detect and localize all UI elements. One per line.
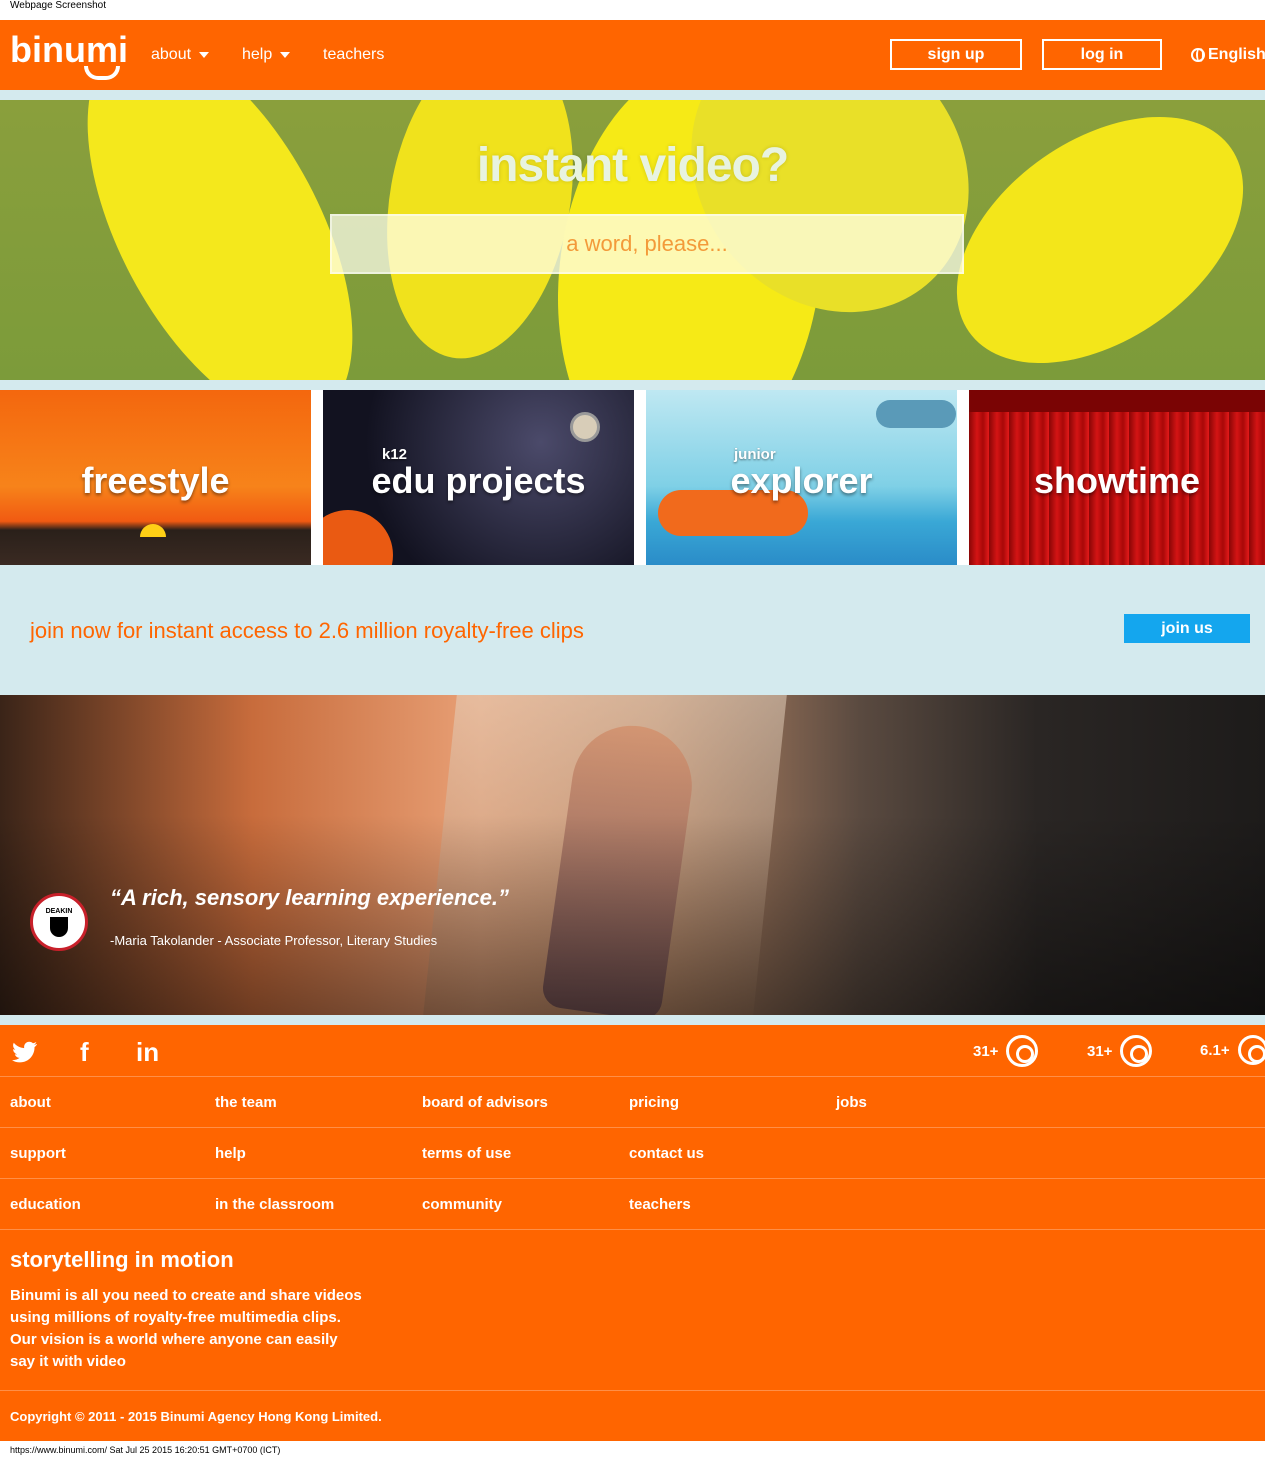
linkedin-icon: in [136,1036,160,1067]
browser-safari: 6.1+ [1200,1035,1265,1065]
footer-link-jobs[interactable]: jobs [836,1077,867,1127]
deakin-logo-text: DEAKIN [45,907,73,915]
chevron-down-icon [199,52,210,58]
sun-icon [140,524,166,537]
globe-icon [1191,48,1205,62]
footer-link-the-team[interactable]: the team [215,1077,277,1127]
hero-banner: instant video? a word, please... [0,100,1265,380]
tile-edu-projects[interactable]: k12 edu projects [323,390,634,565]
logo[interactable]: binumi [10,32,128,82]
nav-about-label: about [151,46,192,63]
nav-teachers-label: teachers [323,46,385,63]
tile-explorer-label: explorer [730,460,873,501]
footer-row-support: support help terms of use contact us [0,1127,1265,1178]
footer-link-help[interactable]: help [215,1128,246,1178]
tile-freestyle[interactable]: freestyle [0,390,311,565]
tile-showtime-label: showtime [1033,460,1201,501]
status-line: https://www.binumi.com/ Sat Jul 25 2015 … [10,1445,281,1455]
footer-link-education[interactable]: education [10,1179,81,1229]
category-tiles: freestyle k12 edu projects junior explor… [0,390,1265,565]
tile-freestyle-label: freestyle [81,460,230,501]
browser-version: 31+ [1087,1042,1113,1060]
testimonial-quote: “A rich, sensory learning experience.” [110,885,510,910]
divider-band [0,90,1265,100]
hero-title: instant video? [476,139,789,192]
tile-explorer[interactable]: junior explorer [646,390,957,565]
footer-divider [0,1229,1265,1230]
language-label: English [1208,46,1265,63]
footer-link-about[interactable]: about [10,1077,51,1127]
hero-search-input[interactable]: a word, please... [330,214,964,274]
sun-planet-icon [323,510,393,565]
linkedin-link[interactable]: in [136,1037,159,1067]
footer-about-line: say it with video [10,1353,126,1370]
firefox-icon [1120,1035,1153,1067]
footer-link-support[interactable]: support [10,1128,66,1178]
tile-edu-projects-label: edu projects [371,460,586,501]
nav-help-label: help [242,46,273,63]
nav-teachers[interactable]: teachers [323,20,384,90]
footer-row-education: education in the classroom community tea… [0,1178,1265,1229]
shield-icon [50,916,68,937]
footer-link-in-the-classroom[interactable]: in the classroom [215,1179,334,1229]
site-header: binumi about help teachers sign up log i… [0,20,1265,90]
login-button[interactable]: log in [1042,39,1162,70]
twitter-link[interactable] [12,1037,38,1067]
curtain-top [969,390,1265,412]
testimonial-attribution: -Maria Takolander - Associate Professor,… [110,933,438,948]
testimonial-banner: DEAKIN “A rich, sensory learning experie… [0,695,1265,1015]
signup-button[interactable]: sign up [890,39,1022,70]
footer-divider [0,1390,1265,1391]
logo-text: binumi [10,29,128,70]
browser-version: 31+ [973,1042,999,1060]
facebook-link[interactable]: f [80,1037,89,1067]
footer-about-line: Binumi is all you need to create and sha… [10,1287,362,1304]
saturn-icon [570,412,600,442]
footer-link-terms-of-use[interactable]: terms of use [422,1128,511,1178]
browser-caption: Webpage Screenshot [10,0,106,11]
facebook-icon: f [80,1036,89,1067]
browser-version: 6.1+ [1200,1041,1230,1059]
footer-about-text: Binumi is all you need to create and sha… [10,1285,390,1373]
tile-showtime[interactable]: showtime [969,390,1265,565]
footer-copyright: Copyright © 2011 - 2015 Binumi Agency Ho… [10,1409,382,1424]
footer-link-pricing[interactable]: pricing [629,1077,679,1127]
browser-firefox: 31+ [1087,1035,1153,1067]
divider-band [0,1015,1265,1025]
logo-smile-icon [84,66,120,80]
site-footer: f in 31+ 31+ 6.1+ about the team board o… [0,1025,1265,1441]
footer-link-community[interactable]: community [422,1179,502,1229]
nav-help[interactable]: help [242,20,291,90]
nav-about[interactable]: about [151,20,210,90]
twitter-icon [12,1041,37,1063]
footer-link-teachers[interactable]: teachers [629,1179,691,1229]
deakin-logo: DEAKIN [30,893,88,951]
footer-about-line: Our vision is a world where anyone can e… [10,1331,338,1348]
footer-row-about: about the team board of advisors pricing… [0,1076,1265,1127]
safari-icon [1237,1035,1265,1065]
join-text: join now for instant access to 2.6 milli… [30,618,584,643]
whale-icon [876,400,956,428]
chrome-icon [1006,1035,1039,1067]
browser-chrome: 31+ [973,1035,1039,1067]
divider-band [0,380,1265,390]
testimonial-shade [0,815,1265,1015]
chevron-down-icon [280,52,291,58]
footer-link-contact-us[interactable]: contact us [629,1128,704,1178]
join-us-button[interactable]: join us [1124,614,1250,643]
language-selector[interactable]: English [1191,20,1265,90]
footer-about-line: using millions of royalty-free multimedi… [10,1309,341,1326]
footer-link-board-of-advisors[interactable]: board of advisors [422,1077,548,1127]
footer-tagline: storytelling in motion [10,1247,234,1272]
